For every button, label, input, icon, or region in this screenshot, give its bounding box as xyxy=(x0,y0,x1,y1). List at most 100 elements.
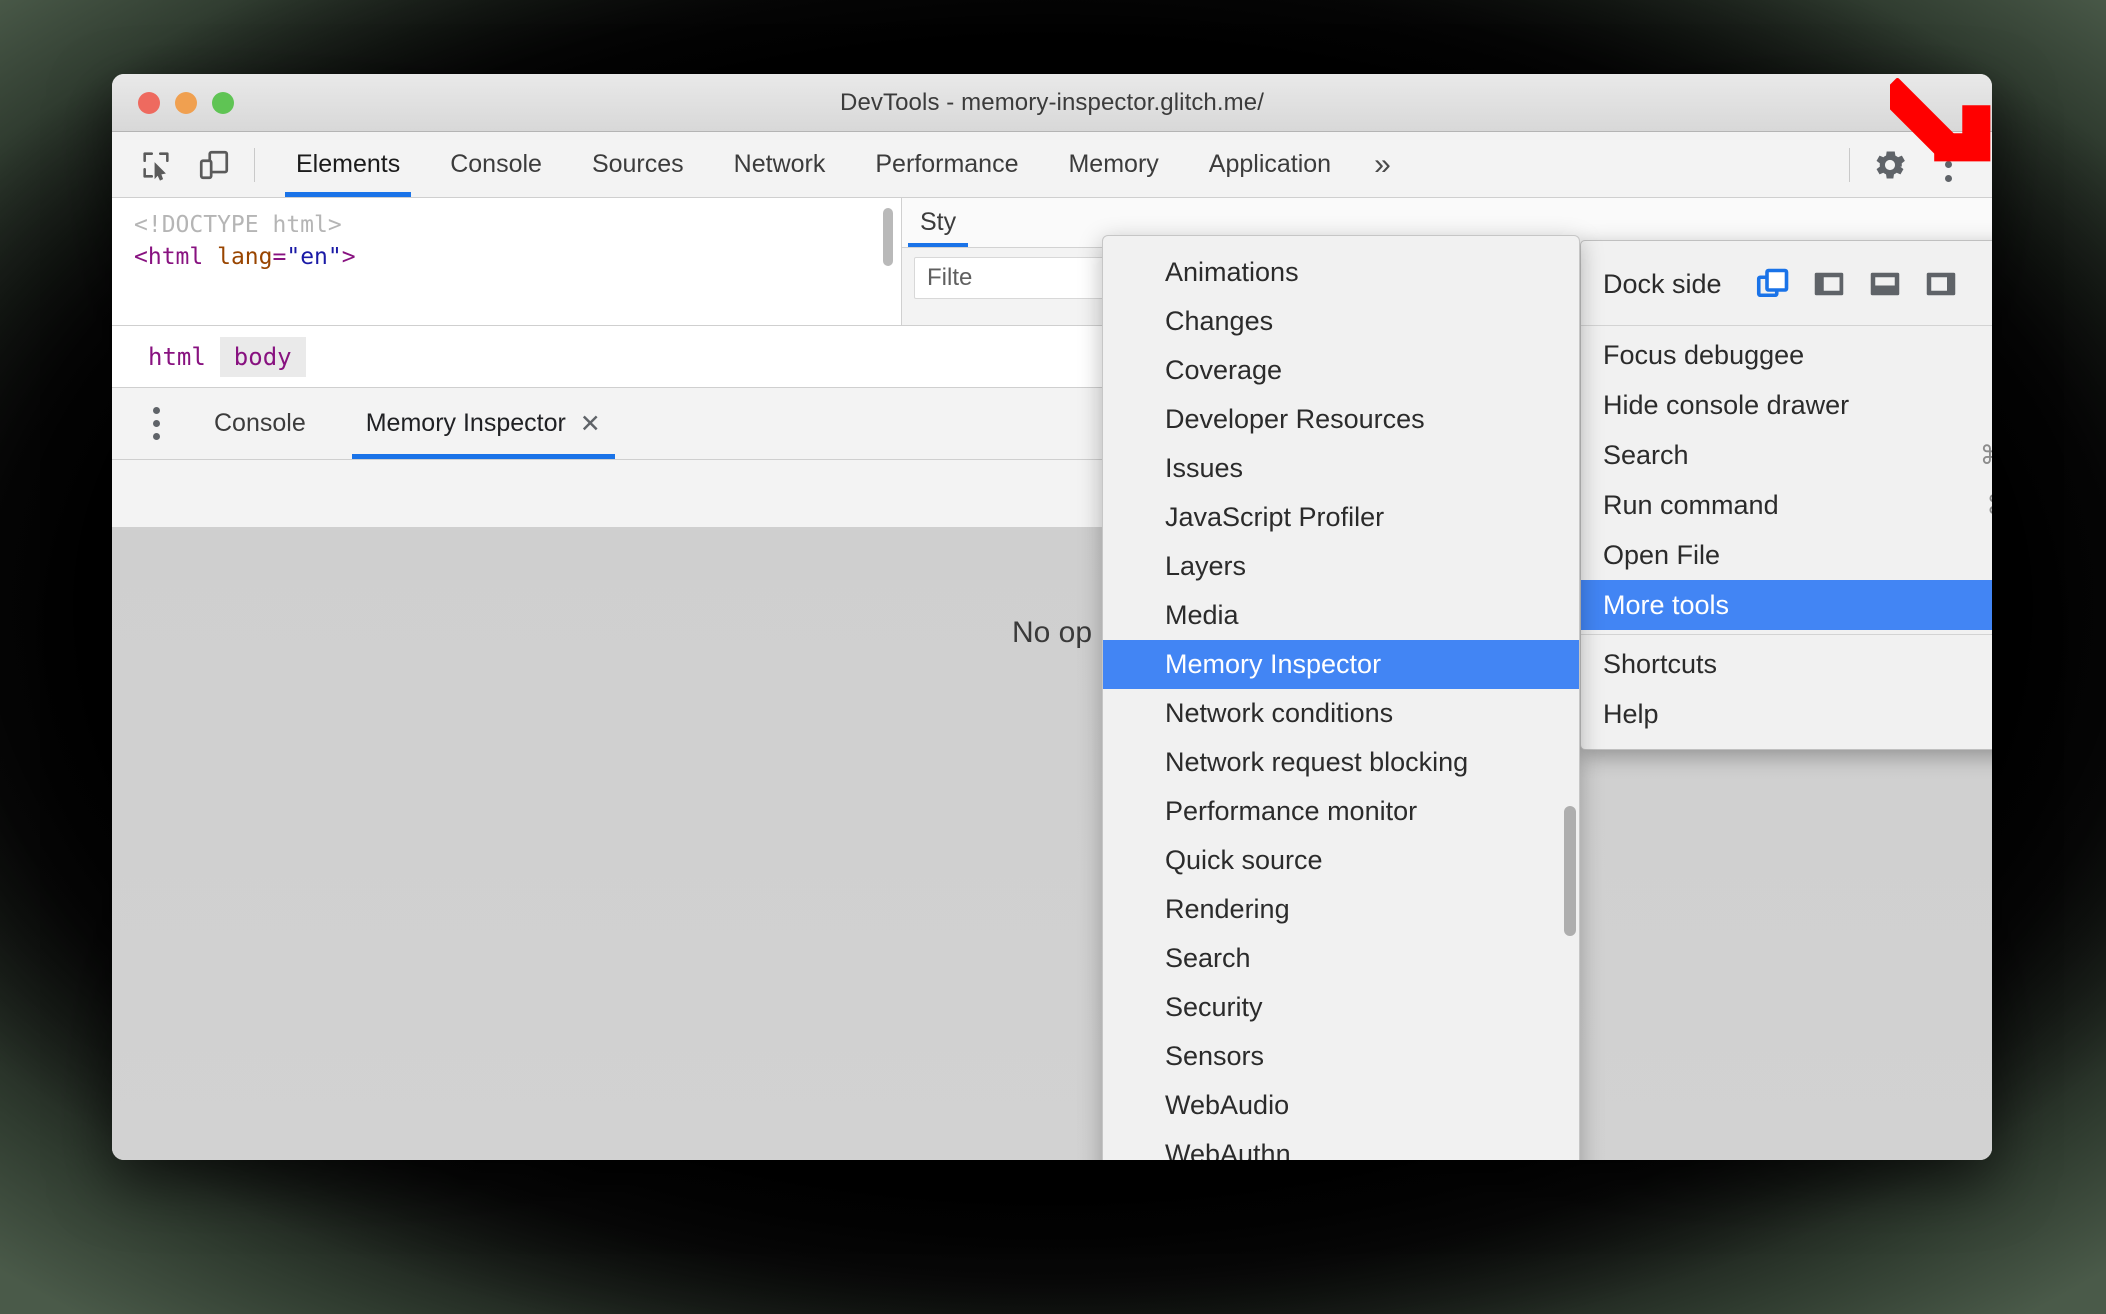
submenu-item-changes[interactable]: Changes xyxy=(1103,297,1579,346)
submenu-item-media[interactable]: Media xyxy=(1103,591,1579,640)
devtools-window: DevTools - memory-inspector.glitch.me/ E… xyxy=(112,74,1992,1160)
toolbar-divider xyxy=(254,147,255,182)
traffic-lights xyxy=(138,91,234,114)
zoom-window-button[interactable] xyxy=(212,91,234,114)
submenu-item-label: Memory Inspector xyxy=(1165,649,1382,679)
submenu-item-issues[interactable]: Issues xyxy=(1103,444,1579,493)
inspect-element-icon[interactable] xyxy=(132,141,180,189)
window-title: DevTools - memory-inspector.glitch.me/ xyxy=(840,88,1264,116)
dock-side-row: Dock side xyxy=(1581,249,1992,321)
devtools-toolbar: Elements Console Sources Network Perform… xyxy=(112,132,1992,198)
submenu-item-network-request-blocking[interactable]: Network request blocking xyxy=(1103,738,1579,787)
menu-item-focus-debuggee[interactable]: Focus debuggee xyxy=(1581,330,1992,380)
submenu-item-coverage[interactable]: Coverage xyxy=(1103,346,1579,395)
submenu-item-javascript-profiler[interactable]: JavaScript Profiler xyxy=(1103,493,1579,542)
menu-item-label: Focus debuggee xyxy=(1603,339,1805,370)
submenu-item-label: WebAudio xyxy=(1165,1090,1290,1120)
more-tabs-chevron-icon[interactable]: » xyxy=(1356,132,1409,197)
menu-divider xyxy=(1581,634,1992,635)
submenu-item-label: Media xyxy=(1165,600,1239,630)
dock-side-label: Dock side xyxy=(1603,268,1722,299)
submenu-item-label: Layers xyxy=(1165,551,1247,581)
close-window-button[interactable] xyxy=(138,91,160,114)
tab-performance[interactable]: Performance xyxy=(850,132,1043,197)
tab-sources[interactable]: Sources xyxy=(567,132,709,197)
dock-to-bottom-icon[interactable] xyxy=(1862,261,1908,307)
submenu-item-search[interactable]: Search xyxy=(1103,934,1579,983)
toolbar-right-actions xyxy=(1839,141,1992,189)
toolbar-divider-right xyxy=(1849,147,1850,182)
drawer-kebab-icon[interactable] xyxy=(136,401,176,447)
tab-label: Elements xyxy=(296,150,401,178)
menu-item-shortcuts[interactable]: Shortcuts xyxy=(1581,639,1992,689)
submenu-item-label: Coverage xyxy=(1165,355,1283,385)
submenu-item-label: Search xyxy=(1165,943,1251,973)
menu-item-label: Open File xyxy=(1603,539,1721,570)
menu-item-help[interactable]: Help ▶ xyxy=(1581,689,1992,739)
submenu-item-label: Animations xyxy=(1165,257,1299,287)
gear-icon[interactable] xyxy=(1868,143,1912,187)
submenu-item-label: Issues xyxy=(1165,453,1244,483)
more-tools-submenu: Animations Changes Coverage Developer Re… xyxy=(1102,235,1580,1160)
dock-to-left-icon[interactable] xyxy=(1806,261,1852,307)
submenu-item-memory-inspector[interactable]: Memory Inspector xyxy=(1103,640,1579,689)
submenu-item-performance-monitor[interactable]: Performance monitor xyxy=(1103,787,1579,836)
menu-item-label: Shortcuts xyxy=(1603,648,1718,679)
menu-item-accel: ⌘ ⇧ P xyxy=(1986,490,1992,521)
tab-styles[interactable]: Sty xyxy=(902,198,974,247)
breadcrumb-item-body[interactable]: body xyxy=(219,336,306,377)
dom-token-space xyxy=(203,244,217,270)
menu-item-label: Help xyxy=(1603,698,1659,729)
dom-token-close: > xyxy=(341,243,356,270)
submenu-item-label: Rendering xyxy=(1165,894,1290,924)
dom-line-html: <html lang="en"> xyxy=(134,242,901,274)
submenu-item-webauthn[interactable]: WebAuthn xyxy=(1103,1130,1579,1160)
tab-memory[interactable]: Memory xyxy=(1043,132,1183,197)
tab-elements[interactable]: Elements xyxy=(271,132,425,197)
chevron-label: » xyxy=(1374,147,1391,181)
tab-label: Console xyxy=(450,150,542,178)
submenu-item-sensors[interactable]: Sensors xyxy=(1103,1032,1579,1081)
tab-console[interactable]: Console xyxy=(425,132,567,197)
devtools-main-menu: Dock side Focus debuggee Hide console dr… xyxy=(1580,240,1992,750)
window-titlebar: DevTools - memory-inspector.glitch.me/ xyxy=(112,74,1992,132)
submenu-item-webaudio[interactable]: WebAudio xyxy=(1103,1081,1579,1130)
panel-tabs: Elements Console Sources Network Perform… xyxy=(271,132,1409,197)
drawer-tab-console[interactable]: Console xyxy=(192,388,328,459)
tab-label: Memory xyxy=(1068,150,1159,178)
tab-application[interactable]: Application xyxy=(1184,132,1356,197)
submenu-scrollbar[interactable] xyxy=(1564,806,1576,936)
menu-item-run-command[interactable]: Run command ⌘ ⇧ P xyxy=(1581,480,1992,530)
dom-tree[interactable]: <!DOCTYPE html> <html lang="en"> xyxy=(112,198,902,325)
submenu-item-label: WebAuthn xyxy=(1165,1139,1291,1160)
submenu-item-developer-resources[interactable]: Developer Resources xyxy=(1103,395,1579,444)
menu-item-search[interactable]: Search ⌘ ⌥ F xyxy=(1581,430,1992,480)
submenu-item-rendering[interactable]: Rendering xyxy=(1103,885,1579,934)
submenu-item-layers[interactable]: Layers xyxy=(1103,542,1579,591)
submenu-item-network-conditions[interactable]: Network conditions xyxy=(1103,689,1579,738)
minimize-window-button[interactable] xyxy=(175,91,197,114)
menu-item-open-file[interactable]: Open File ⌘ P xyxy=(1581,530,1992,580)
breadcrumb-item-html[interactable]: html xyxy=(134,337,220,377)
dom-tree-scrollbar[interactable] xyxy=(883,208,893,266)
menu-item-label: Search xyxy=(1603,439,1689,470)
menu-divider xyxy=(1581,325,1992,326)
drawer-tab-label: Memory Inspector xyxy=(365,409,566,437)
submenu-item-quick-source[interactable]: Quick source xyxy=(1103,836,1579,885)
undock-into-separate-window-icon[interactable] xyxy=(1750,261,1796,307)
submenu-item-label: JavaScript Profiler xyxy=(1165,502,1385,532)
drawer-tab-memory-inspector[interactable]: Memory Inspector ✕ xyxy=(344,388,623,459)
submenu-item-label: Changes xyxy=(1165,306,1274,336)
submenu-item-label: Network request blocking xyxy=(1165,747,1469,777)
dom-token-value: "en" xyxy=(286,243,342,270)
close-icon[interactable]: ✕ xyxy=(580,409,601,439)
submenu-item-security[interactable]: Security xyxy=(1103,983,1579,1032)
more-options-kebab-icon[interactable] xyxy=(1926,141,1970,189)
device-toolbar-icon[interactable] xyxy=(190,141,238,189)
tab-network[interactable]: Network xyxy=(709,132,851,197)
submenu-item-animations[interactable]: Animations xyxy=(1103,248,1579,297)
menu-item-label: Hide console drawer xyxy=(1603,389,1850,420)
menu-item-more-tools[interactable]: More tools ▶ xyxy=(1581,580,1992,630)
dock-to-right-icon[interactable] xyxy=(1918,261,1964,307)
menu-item-hide-console-drawer[interactable]: Hide console drawer Esc xyxy=(1581,380,1992,430)
